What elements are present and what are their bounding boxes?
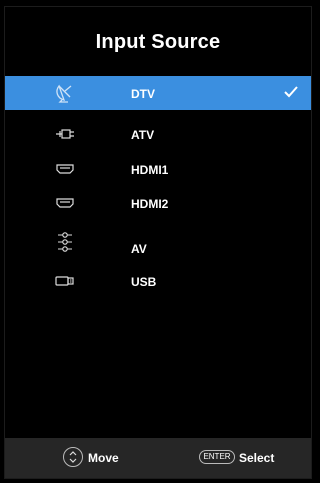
move-label: Move: [88, 451, 119, 465]
hdmi-port-icon: [56, 164, 74, 174]
antenna-plug-icon: [56, 129, 74, 139]
input-source-menu: Input Source DTV ATV HDMI1 HDMI2 AV USB …: [4, 6, 312, 479]
hdmi-port-icon: [56, 198, 74, 208]
checkmark-icon: [284, 86, 298, 98]
select-label: Select: [239, 451, 275, 465]
source-label-av: AV: [131, 242, 147, 256]
source-label-hdmi1: HDMI1: [131, 163, 169, 177]
satellite-dish-icon: [56, 84, 72, 103]
source-item-dtv[interactable]: DTV: [5, 76, 311, 110]
enter-key-icon: ENTER: [199, 450, 235, 464]
source-label-dtv: DTV: [131, 87, 155, 101]
updown-arrows-icon: [63, 447, 83, 467]
usb-icon: [55, 276, 74, 286]
source-item-av[interactable]: AV: [5, 228, 311, 262]
source-label-hdmi2: HDMI2: [131, 197, 169, 211]
footer-hint-bar: Move ENTER Select: [5, 438, 311, 478]
source-label-usb: USB: [131, 275, 157, 289]
source-item-atv[interactable]: ATV: [5, 117, 311, 151]
source-label-atv: ATV: [131, 128, 155, 142]
av-connector-icon: [58, 232, 72, 252]
source-item-hdmi2[interactable]: HDMI2: [5, 186, 311, 220]
menu-title: Input Source: [95, 31, 221, 53]
source-item-hdmi1[interactable]: HDMI1: [5, 152, 311, 186]
source-item-usb[interactable]: USB: [5, 264, 311, 298]
